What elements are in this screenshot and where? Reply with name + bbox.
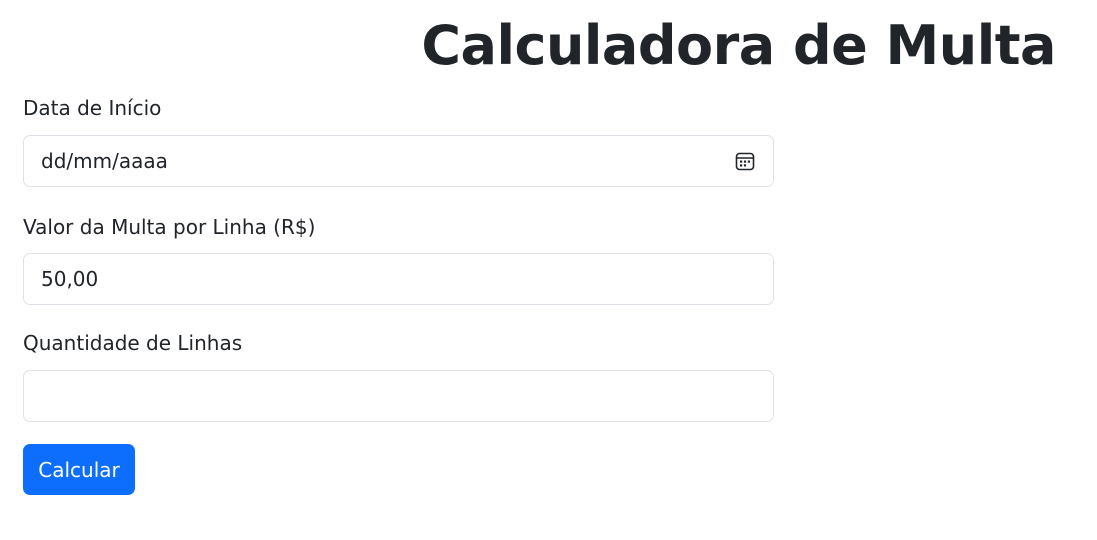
calculate-button[interactable]: Calcular [23, 444, 135, 495]
start-date-placeholder: dd/mm/aaaa [41, 149, 168, 173]
page-title: Calculadora de Multa [421, 14, 1056, 77]
fine-value-input[interactable]: 50,00 [23, 253, 774, 305]
fine-value-text: 50,00 [41, 267, 99, 291]
start-date-label: Data de Início [23, 96, 162, 120]
calendar-icon[interactable] [734, 150, 756, 172]
fine-value-label: Valor da Multa por Linha (R$) [23, 215, 316, 239]
line-count-input[interactable] [23, 370, 774, 422]
start-date-input[interactable]: dd/mm/aaaa [23, 135, 774, 187]
line-count-label: Quantidade de Linhas [23, 331, 243, 355]
